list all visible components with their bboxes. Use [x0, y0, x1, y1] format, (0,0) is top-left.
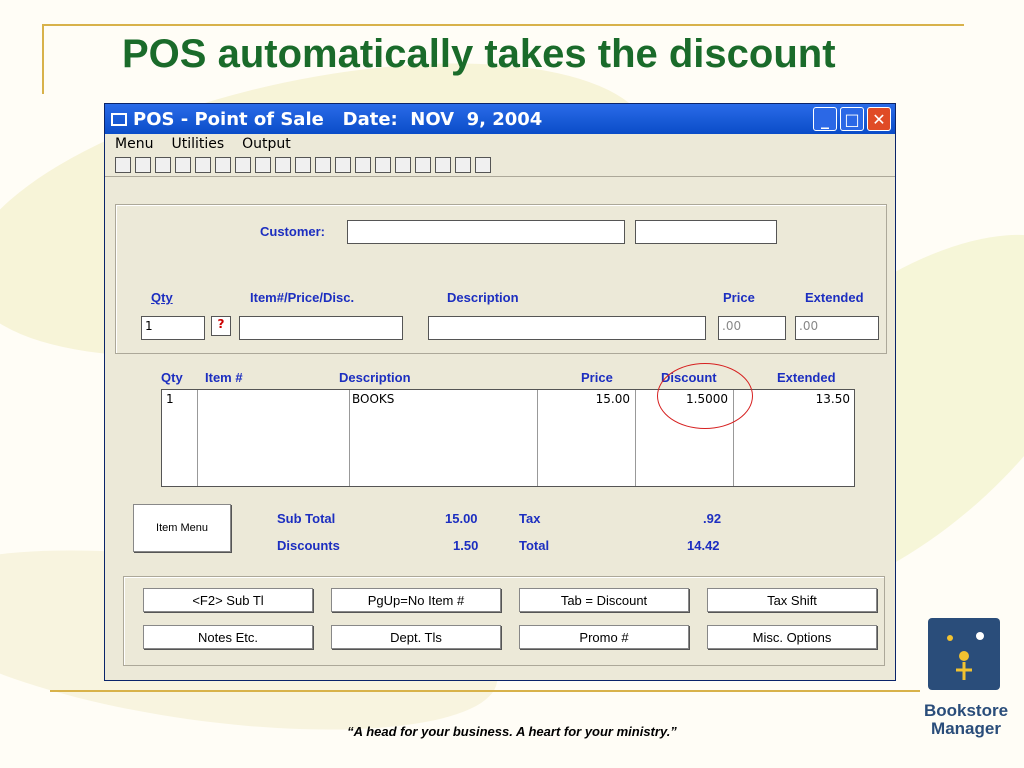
- pos-window: POS - Point of Sale Date: NOV 9, 2004 _ …: [104, 103, 896, 681]
- binoculars-icon[interactable]: [255, 157, 271, 173]
- row-extended: 13.50: [815, 392, 850, 406]
- bomb-icon[interactable]: [335, 157, 351, 173]
- extended-input[interactable]: .00: [795, 316, 879, 340]
- window-titlebar: POS - Point of Sale Date: NOV 9, 2004 _ …: [105, 104, 895, 134]
- calculator-icon[interactable]: [115, 157, 131, 173]
- customer-input[interactable]: [347, 220, 625, 244]
- item-label: Item#/Price/Disc.: [250, 290, 355, 305]
- maximize-button[interactable]: □: [840, 107, 864, 131]
- glasses-icon[interactable]: [295, 157, 311, 173]
- notes-button[interactable]: Notes Etc.: [143, 625, 313, 649]
- menu-output[interactable]: Output: [242, 136, 291, 152]
- total-value: 14.42: [687, 538, 720, 553]
- discount-button[interactable]: Tab = Discount: [519, 588, 689, 612]
- menu-menu[interactable]: Menu: [115, 136, 153, 152]
- price-label: Price: [723, 290, 755, 305]
- card-icon[interactable]: [375, 157, 391, 173]
- help-h-icon[interactable]: [455, 157, 471, 173]
- phone-icon[interactable]: [215, 157, 231, 173]
- grid-header-extended: Extended: [777, 370, 836, 385]
- customer-label: Customer:: [260, 224, 326, 239]
- edit-icon[interactable]: [135, 157, 151, 173]
- discounts-value: 1.50: [453, 538, 479, 553]
- tax-value: .92: [703, 511, 722, 526]
- minimize-button[interactable]: _: [813, 107, 837, 131]
- toolbar: [105, 154, 895, 177]
- item-input[interactable]: [239, 316, 403, 340]
- discounts-label: Discounts: [277, 538, 340, 553]
- frame-line-top: [44, 24, 964, 26]
- customer-id-input[interactable]: [635, 220, 777, 244]
- close-button[interactable]: ✕: [867, 107, 891, 131]
- grid-header-description: Description: [339, 370, 411, 385]
- help-button[interactable]: ?: [211, 316, 231, 336]
- sub-total-value: 15.00: [445, 511, 478, 526]
- network-icon[interactable]: [275, 157, 291, 173]
- tax-label: Tax: [519, 511, 541, 526]
- barcode-icon[interactable]: [315, 157, 331, 173]
- lock-icon[interactable]: [355, 157, 371, 173]
- grid-header-price: Price: [581, 370, 613, 385]
- frame-line-bottom: [50, 690, 920, 692]
- promo-button[interactable]: Promo #: [519, 625, 689, 649]
- sub-total-label: Sub Total: [277, 511, 336, 526]
- row-qty: 1: [166, 392, 174, 406]
- calendar-icon[interactable]: [195, 157, 211, 173]
- grid-header-qty: Qty: [161, 370, 183, 385]
- description-input[interactable]: [428, 316, 706, 340]
- discount-highlight-circle: [657, 363, 753, 429]
- stamp-icon[interactable]: [235, 157, 251, 173]
- qty-label: Qty: [151, 290, 173, 305]
- tax-shift-button[interactable]: Tax Shift: [707, 588, 877, 612]
- menu-utilities[interactable]: Utilities: [171, 136, 224, 152]
- logo-emblem-icon: [928, 618, 1000, 690]
- row-description: BOOKS: [352, 392, 395, 406]
- window-title: POS - Point of Sale Date: NOV 9, 2004: [133, 108, 543, 130]
- menubar: Menu Utilities Output: [105, 134, 895, 154]
- grid-header-item: Item #: [205, 370, 243, 385]
- price-input[interactable]: .00: [718, 316, 786, 340]
- misc-options-button[interactable]: Misc. Options: [707, 625, 877, 649]
- extended-label: Extended: [805, 290, 864, 305]
- screen-icon[interactable]: [415, 157, 431, 173]
- sub-total-button[interactable]: <F2> Sub Tl: [143, 588, 313, 612]
- window-icon: [111, 112, 127, 126]
- question-icon[interactable]: [475, 157, 491, 173]
- no-item-button[interactable]: PgUp=No Item #: [331, 588, 501, 612]
- dept-totals-button[interactable]: Dept. Tls: [331, 625, 501, 649]
- chart-icon[interactable]: [395, 157, 411, 173]
- row-price: 15.00: [595, 392, 630, 406]
- slide-footer: “A head for your business. A heart for y…: [347, 724, 677, 739]
- tbo-icon[interactable]: [435, 157, 451, 173]
- clock-icon[interactable]: [175, 157, 191, 173]
- description-label: Description: [447, 290, 519, 305]
- slide-title: POS automatically takes the discount: [122, 32, 836, 76]
- item-menu-button[interactable]: Item Menu: [133, 504, 231, 552]
- print-icon[interactable]: [155, 157, 171, 173]
- frame-line-left: [42, 24, 44, 94]
- qty-input[interactable]: 1: [141, 316, 205, 340]
- total-label: Total: [519, 538, 550, 553]
